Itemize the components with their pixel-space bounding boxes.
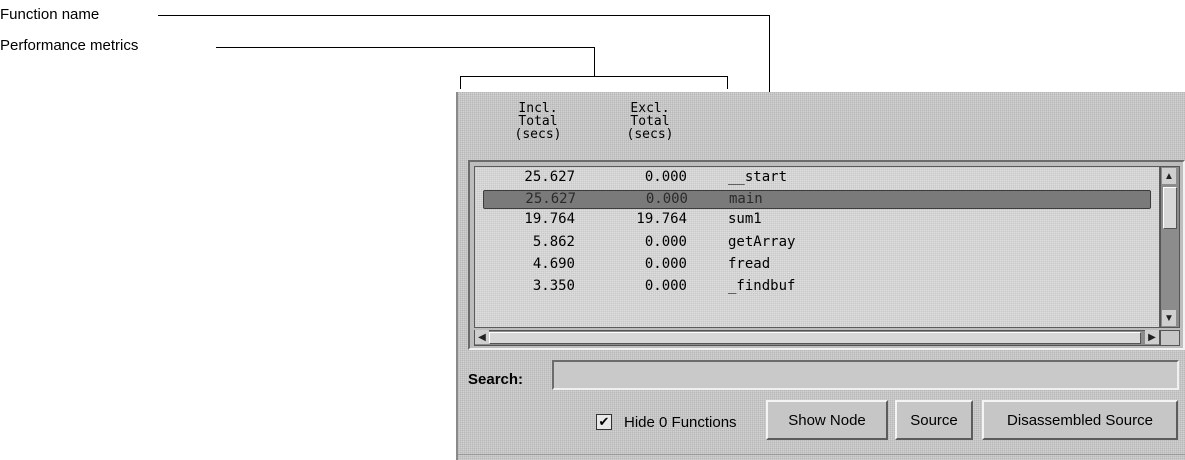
excl-cell: 0.000 bbox=[644, 234, 687, 250]
incl-cell: 25.627 bbox=[525, 191, 576, 207]
function-name-callout: Function name bbox=[0, 6, 100, 23]
bracket-line bbox=[460, 76, 728, 77]
vertical-scroll-thumb[interactable] bbox=[1163, 187, 1177, 229]
incl-cell: 25.627 bbox=[524, 169, 575, 185]
incl-total-header[interactable]: Incl. Total (secs) bbox=[498, 102, 578, 141]
performance-metrics-callout: Performance metrics bbox=[0, 37, 139, 54]
incl-cell: 5.862 bbox=[532, 234, 575, 250]
divider bbox=[458, 454, 1185, 455]
function-name-cell: sum1 bbox=[728, 211, 762, 227]
callout-line bbox=[594, 47, 595, 76]
show-node-button[interactable]: Show Node bbox=[766, 400, 888, 440]
incl-cell: 19.764 bbox=[524, 211, 575, 227]
table-row[interactable]: 19.764 19.764 sum1 bbox=[475, 209, 1159, 231]
table-row[interactable]: 25.627 0.000 __start bbox=[475, 167, 1159, 189]
scrollbar-corner bbox=[1160, 330, 1180, 346]
scroll-left-icon[interactable]: ◀ bbox=[475, 330, 489, 344]
excl-cell: 19.764 bbox=[636, 211, 687, 227]
scroll-down-icon[interactable]: ▼ bbox=[1162, 310, 1176, 326]
checkmark-icon: ✔ bbox=[598, 414, 610, 429]
horizontal-scrollbar[interactable]: ◀ ▶ bbox=[474, 330, 1160, 346]
table-row[interactable]: 5.862 0.000 getArray bbox=[475, 232, 1159, 254]
callout-line bbox=[216, 47, 595, 48]
table-row[interactable]: 3.350 0.000 _findbuf bbox=[475, 276, 1159, 298]
hide-zero-functions-checkbox[interactable]: ✔ bbox=[596, 414, 612, 430]
search-label: Search: bbox=[468, 371, 524, 388]
excl-cell: 0.000 bbox=[644, 256, 687, 272]
function-name-cell: _findbuf bbox=[728, 278, 796, 294]
function-list: 25.627 0.000 __start 25.627 0.000 main 1… bbox=[468, 160, 1185, 350]
excl-cell: 0.000 bbox=[644, 278, 687, 294]
source-button[interactable]: Source bbox=[895, 400, 973, 440]
table-row-selected[interactable]: 25.627 0.000 main bbox=[483, 190, 1151, 209]
search-input[interactable] bbox=[552, 360, 1179, 390]
excl-total-header[interactable]: Excl. Total (secs) bbox=[610, 102, 690, 141]
function-list-panel: Incl. Total (secs) Excl. Total (secs) 25… bbox=[456, 92, 1185, 460]
excl-cell: 0.000 bbox=[645, 191, 688, 207]
function-name-cell: main bbox=[729, 191, 763, 207]
incl-cell: 3.350 bbox=[532, 278, 575, 294]
incl-cell: 4.690 bbox=[532, 256, 575, 272]
bracket-line bbox=[460, 76, 461, 89]
table-row[interactable]: 4.690 0.000 fread bbox=[475, 254, 1159, 276]
hide-zero-functions-label[interactable]: Hide 0 Functions bbox=[624, 414, 737, 431]
function-list-area: 25.627 0.000 __start 25.627 0.000 main 1… bbox=[474, 166, 1160, 328]
vertical-scrollbar[interactable]: ▲ ▼ bbox=[1160, 166, 1180, 328]
excl-cell: 0.000 bbox=[644, 169, 687, 185]
scroll-right-icon[interactable]: ▶ bbox=[1145, 330, 1159, 344]
function-name-cell: fread bbox=[728, 256, 771, 272]
bracket-line bbox=[727, 76, 728, 89]
function-name-cell: getArray bbox=[728, 234, 796, 250]
scroll-up-icon[interactable]: ▲ bbox=[1162, 168, 1176, 184]
header-line: (secs) bbox=[514, 127, 562, 142]
callout-line bbox=[158, 15, 770, 16]
disassembled-source-button[interactable]: Disassembled Source bbox=[982, 400, 1178, 440]
function-name-cell: __start bbox=[728, 169, 788, 185]
horizontal-scroll-thumb[interactable] bbox=[489, 332, 1141, 344]
header-line: (secs) bbox=[626, 127, 674, 142]
